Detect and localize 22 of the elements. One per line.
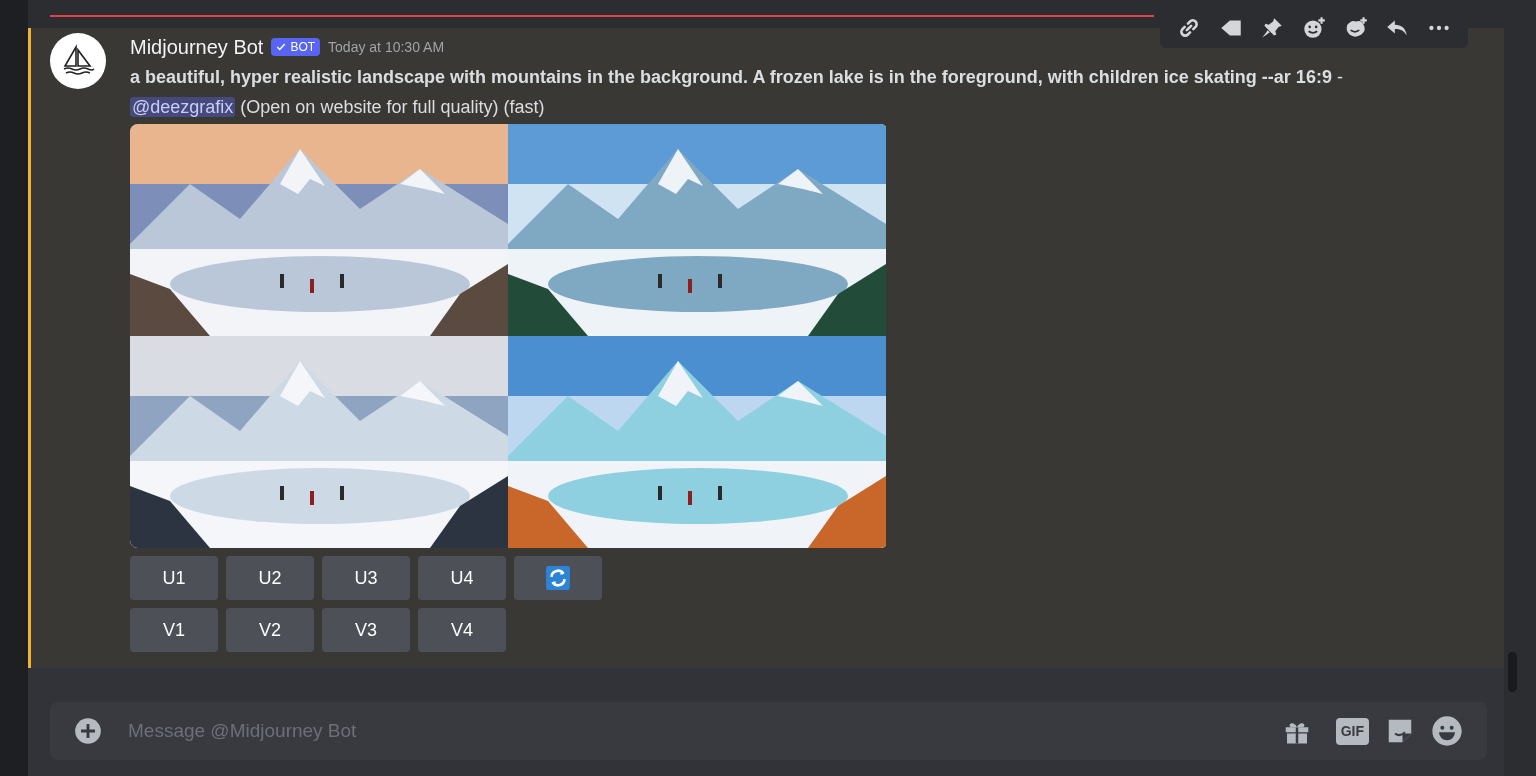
action-button[interactable]: V2: [226, 608, 314, 652]
action-button[interactable]: U3: [322, 556, 410, 600]
author-name[interactable]: Midjourney Bot: [130, 32, 264, 62]
gif-button[interactable]: GIF: [1335, 717, 1369, 745]
refresh-icon: [545, 565, 571, 591]
action-button[interactable]: V4: [418, 608, 506, 652]
sailboat-icon: [61, 44, 95, 78]
action-button[interactable]: U4: [418, 556, 506, 600]
bot-avatar[interactable]: [50, 33, 106, 89]
message-text: a beautiful, hyper realistic landscape with mountains in the background. A frozen lake is in the foreground, with children ice skating --ar 16:9 - @deezgrafix (Open on website for full quality) (fast): [130, 66, 1344, 119]
mention-link[interactable]: @deezgrafix: [130, 97, 236, 117]
bot-badge: BOT: [271, 38, 321, 56]
action-button[interactable]: V1: [130, 608, 218, 652]
emoji-icon[interactable]: [1431, 715, 1463, 747]
add-icon[interactable]: [74, 717, 102, 745]
action-button[interactable]: U2: [226, 556, 314, 600]
action-button[interactable]: V3: [322, 608, 410, 652]
check-icon: [276, 42, 287, 52]
timestamp: Today at 10:30 AM: [328, 37, 445, 57]
action-button[interactable]: U1: [130, 556, 218, 600]
message-input-field[interactable]: Message @Midjourney Bot GIF: [50, 702, 1487, 760]
reroll-button[interactable]: [514, 556, 602, 600]
